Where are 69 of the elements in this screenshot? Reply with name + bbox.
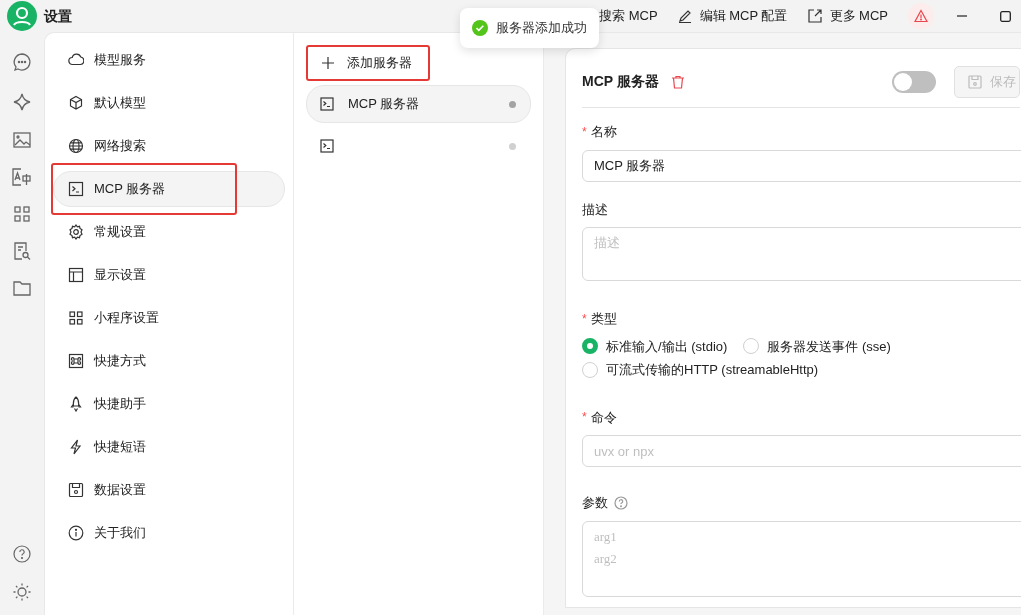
image-icon[interactable]: [13, 132, 31, 148]
terminal-icon: [320, 139, 334, 153]
terminal-icon: [320, 97, 334, 111]
menu-item[interactable]: 数据设置: [53, 472, 285, 508]
required-mark: *: [582, 310, 587, 328]
server-title: MCP 服务器: [582, 72, 659, 91]
text-area[interactable]: arg1 arg2: [582, 520, 1021, 597]
folder-icon[interactable]: [13, 281, 31, 296]
avatar-icon[interactable]: [7, 1, 37, 31]
layout-icon: [68, 267, 84, 283]
apps-icon[interactable]: [14, 206, 30, 222]
menu-item[interactable]: MCP 服务器: [53, 171, 285, 207]
globe-icon: [68, 138, 84, 154]
required-mark: *: [582, 409, 587, 427]
save-icon: [968, 74, 982, 89]
server-item[interactable]: MCP 服务器: [306, 85, 531, 123]
warning-button[interactable]: [908, 3, 934, 29]
required-mark: *: [582, 123, 587, 141]
menu-item[interactable]: 模型服务: [53, 42, 285, 78]
apps-icon: [68, 310, 84, 326]
input-field[interactable]: uvx or npx: [582, 435, 1021, 467]
terminal-icon: [68, 181, 84, 197]
menu-item[interactable]: 常规设置: [53, 214, 285, 250]
info-icon: [68, 525, 84, 541]
field-label: 类型: [590, 310, 617, 328]
field-label: 名称: [590, 123, 617, 141]
sparkle-icon[interactable]: [12, 92, 32, 112]
document-search-icon[interactable]: [13, 242, 31, 261]
translate-icon[interactable]: [12, 168, 32, 186]
trash-icon: [670, 74, 685, 89]
menu-item[interactable]: 小程序设置: [53, 300, 285, 336]
toolbar-link[interactable]: 更多 MCP: [807, 6, 888, 26]
toolbar-link[interactable]: 搜索 MCP: [599, 6, 658, 26]
radio-option[interactable]: 标准输入/输出 (stdio): [582, 336, 728, 356]
theme-icon[interactable]: [13, 583, 31, 601]
menu-item[interactable]: 快捷方式: [53, 343, 285, 379]
chat-icon[interactable]: [12, 52, 32, 72]
input-field[interactable]: MCP 服务器: [582, 149, 1021, 182]
save-icon: [68, 482, 84, 498]
gear-icon: [68, 224, 84, 240]
help-icon: [614, 495, 628, 510]
menu-item[interactable]: 默认模型: [53, 85, 285, 121]
warning-icon: [914, 9, 928, 23]
text-area[interactable]: 描述: [582, 227, 1021, 281]
menu-item[interactable]: 显示设置: [53, 257, 285, 293]
radio-option[interactable]: 可流式传输的HTTP (streamableHttp): [582, 360, 819, 380]
toast-message: 服务器添加成功: [496, 19, 587, 38]
external-link-icon: [807, 9, 822, 23]
help-icon[interactable]: [13, 545, 31, 563]
maximize-icon[interactable]: [1000, 10, 1011, 22]
command-key-icon: [68, 353, 84, 369]
menu-item[interactable]: 关于我们: [53, 515, 285, 551]
pencil-icon: [677, 9, 692, 23]
toolbar-link[interactable]: 编辑 MCP 配置: [677, 6, 788, 26]
add-server-button[interactable]: 添加服务器: [306, 45, 430, 81]
success-icon: [472, 20, 488, 36]
field-label: 参数: [582, 494, 608, 512]
cube-icon: [68, 95, 84, 111]
plus-icon: [321, 56, 335, 70]
field-label: 命令: [590, 408, 617, 427]
toggle-switch[interactable]: [892, 70, 936, 93]
cloud-icon: [68, 52, 84, 68]
window-title: 设置: [44, 6, 72, 26]
lightning-icon: [68, 439, 84, 455]
field-label: 描述: [582, 200, 608, 219]
menu-item[interactable]: 快捷短语: [53, 429, 285, 465]
menu-item[interactable]: 网络搜索: [53, 128, 285, 164]
menu-item[interactable]: 快捷助手: [53, 386, 285, 422]
radio-option[interactable]: 服务器发送事件 (sse): [743, 336, 891, 356]
